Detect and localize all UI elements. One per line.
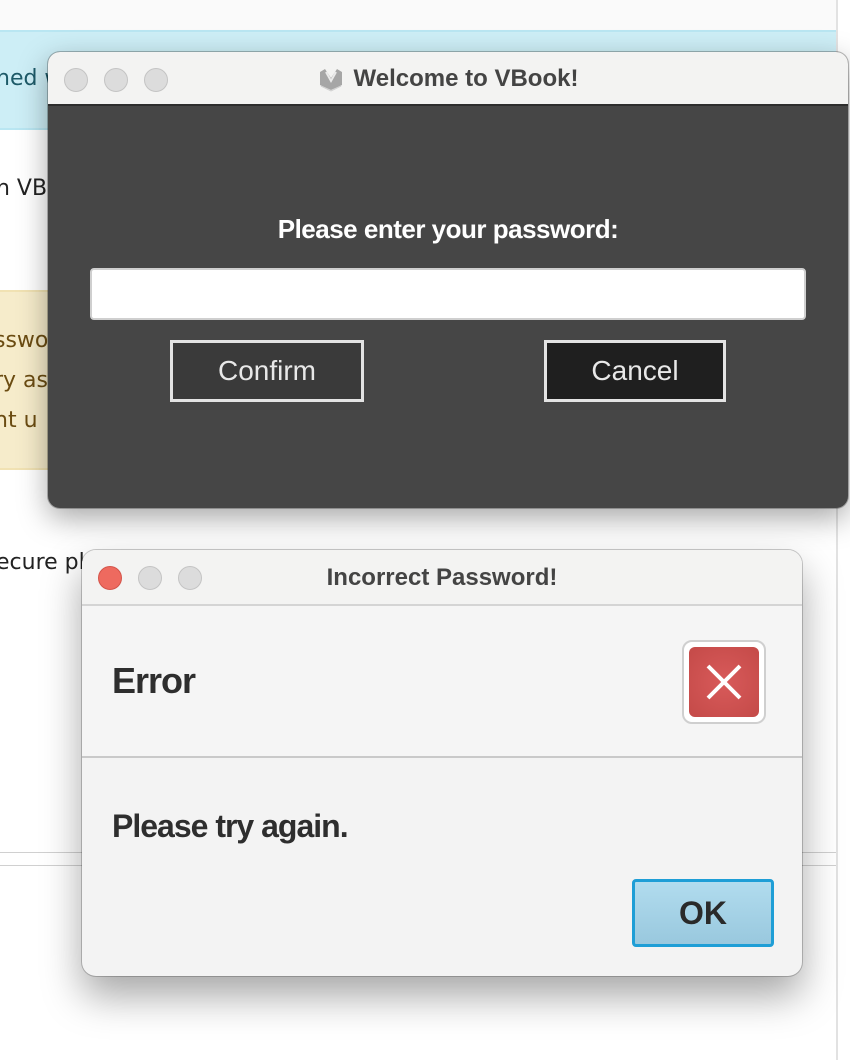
password-dialog: Welcome to VBook! Please enter your pass… [48, 52, 848, 508]
ok-button[interactable]: OK [632, 879, 774, 947]
warning-line: ry as [0, 368, 49, 393]
error-dialog: Incorrect Password! Error Please try aga… [82, 550, 802, 976]
error-icon-frame [682, 640, 766, 724]
password-prompt: Please enter your password: [277, 214, 619, 244]
window-title-text: Welcome to VBook! [353, 65, 579, 92]
confirm-button[interactable]: Confirm [170, 340, 364, 402]
background-text-line: n VB [0, 176, 48, 201]
error-dialog-titlebar[interactable]: Incorrect Password! [82, 550, 802, 606]
password-dialog-titlebar[interactable]: Welcome to VBook! [48, 52, 848, 106]
error-header: Error [82, 606, 802, 758]
error-message: Please try again. [112, 808, 349, 844]
window-title: Incorrect Password! [326, 564, 558, 591]
background-text-line: ecure pl [0, 550, 85, 575]
warning-line: sswo [0, 328, 49, 353]
window-title: Welcome to VBook! [48, 52, 848, 106]
background-topbar [0, 0, 836, 30]
error-heading: Error [112, 660, 196, 701]
x-mark-icon [706, 664, 742, 700]
vbook-logo-icon [319, 69, 342, 92]
cancel-button[interactable]: Cancel [544, 340, 726, 402]
password-input[interactable] [90, 268, 806, 320]
warning-line: nt u [0, 408, 38, 433]
error-x-icon [689, 647, 759, 717]
